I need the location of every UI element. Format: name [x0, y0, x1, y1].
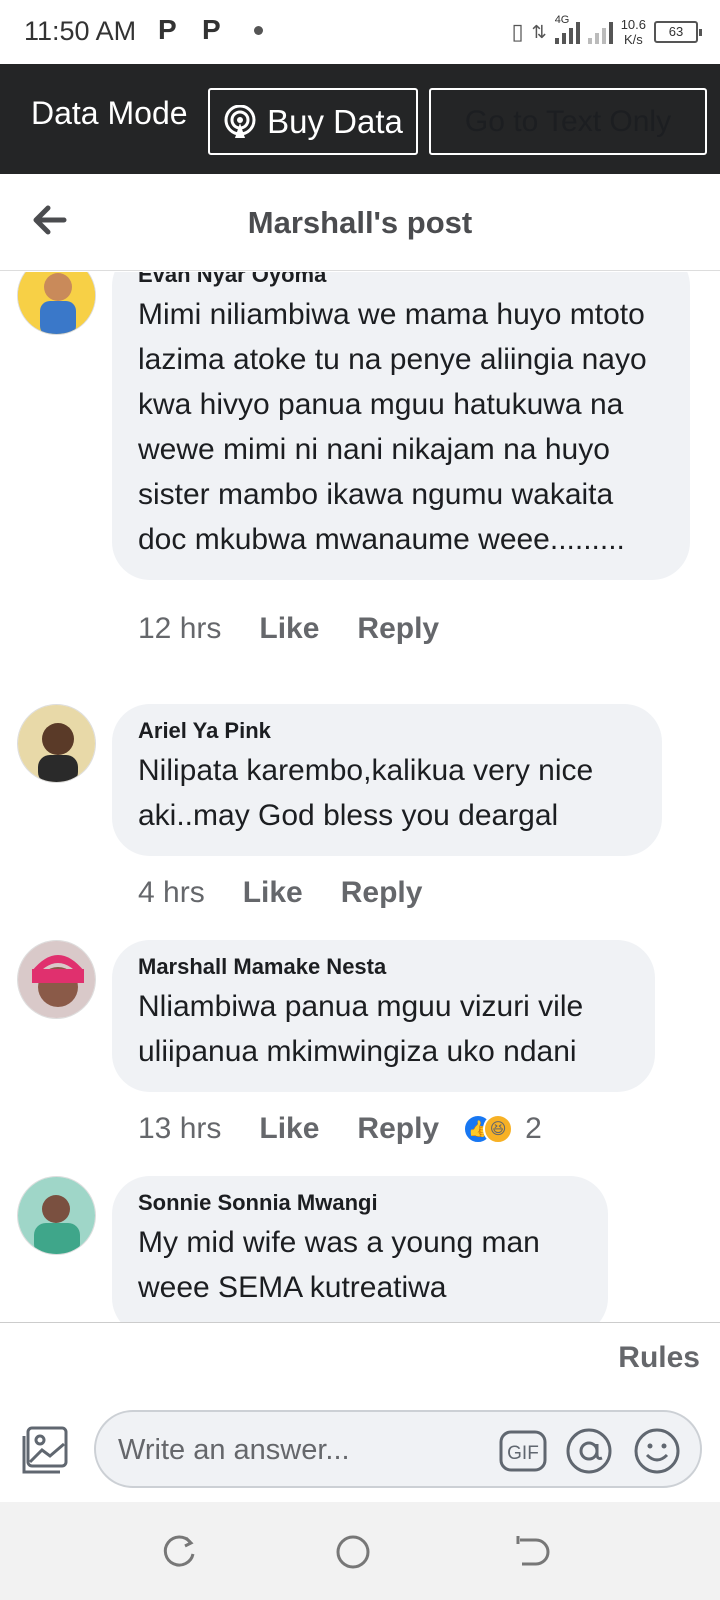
home-icon[interactable] [333, 1532, 373, 1572]
gif-label: GIF [507, 1443, 539, 1464]
avatar[interactable] [17, 940, 96, 1019]
reply-button[interactable]: Reply [341, 876, 423, 910]
comment-bubble: Evan Nyar Oyoma Mimi niliambiwa we mama … [112, 272, 690, 580]
system-nav-bar [0, 1502, 720, 1600]
comment-author[interactable]: Ariel Ya Pink [138, 718, 636, 744]
notification-dot-icon [254, 26, 263, 35]
like-button[interactable]: Like [259, 1112, 319, 1146]
comment-actions: 13 hrs Like Reply 👍 😆 2 [138, 1112, 542, 1146]
reactions-summary[interactable]: 👍 😆 2 [463, 1112, 542, 1146]
comment-text: My mid wife was a young man weee SEMA ku… [138, 1226, 540, 1304]
comment-author[interactable]: Sonnie Sonnia Mwangi [138, 1190, 582, 1216]
like-button[interactable]: Like [259, 612, 319, 646]
rules-bar: Rules [0, 1322, 720, 1378]
comment-actions: 12 hrs Like Reply [138, 612, 439, 646]
comment-time[interactable]: 4 hrs [138, 876, 205, 910]
answer-input[interactable] [118, 1432, 478, 1468]
gif-icon[interactable]: GIF [498, 1426, 548, 1476]
notification-p-icon: P [158, 14, 177, 45]
comment-actions: 4 hrs Like Reply [138, 876, 422, 910]
avatar[interactable] [17, 704, 96, 783]
emoji-icon[interactable] [632, 1426, 682, 1476]
comment-text: Nilipata karembo,kalikua very nice aki..… [138, 754, 594, 832]
comment-bubble: Sonnie Sonnia Mwangi My mid wife was a y… [112, 1176, 608, 1322]
network-type: 4G [554, 14, 570, 26]
avatar-image [18, 272, 95, 334]
text-only-label: Go to Text Only [464, 105, 672, 138]
data-mode-label: Data Mode [31, 95, 188, 131]
avatar-image [18, 705, 95, 782]
status-indicators: ▯ ⇅ 4G 10.6 K/s 63 [511, 14, 702, 50]
data-mode-bar: Data Mode Buy Data Go to Text Only [0, 64, 720, 174]
comment-composer: GIF [0, 1378, 720, 1502]
reply-button[interactable]: Reply [357, 1112, 439, 1146]
recent-apps-icon[interactable] [160, 1532, 200, 1572]
signal-icon-2 [587, 20, 613, 44]
comment-text: Nliambiwa panua mguu vizuri vile uliipan… [138, 990, 584, 1068]
reply-button[interactable]: Reply [357, 612, 439, 646]
answer-box[interactable]: GIF [94, 1410, 702, 1488]
comments-list: Evan Nyar Oyoma Mimi niliambiwa we mama … [0, 272, 720, 1322]
avatar[interactable] [17, 1176, 96, 1255]
speed-value: 10.6 [620, 17, 646, 32]
comment-bubble: Marshall Mamake Nesta Nliambiwa panua mg… [112, 940, 655, 1092]
comment-author[interactable]: Evan Nyar Oyoma [138, 272, 664, 288]
buy-data-button[interactable]: Buy Data [208, 88, 418, 155]
mention-icon[interactable] [564, 1426, 614, 1476]
like-button[interactable]: Like [243, 876, 303, 910]
avatar[interactable] [17, 272, 96, 335]
post-header: Marshall's post [0, 174, 720, 271]
signal-4g: 4G [554, 14, 580, 44]
avatar-image [18, 1177, 95, 1254]
page-title: Marshall's post [247, 205, 473, 240]
photo-icon[interactable] [20, 1424, 72, 1476]
data-transfer-icon: ⇅ [531, 21, 547, 42]
back-nav-icon[interactable] [510, 1532, 550, 1572]
comment-bubble: Ariel Ya Pink Nilipata karembo,kalikua v… [112, 704, 662, 856]
comment-text: Mimi niliambiwa we mama huyo mtoto lazim… [138, 298, 647, 556]
text-only-button[interactable]: Go to Text Only [429, 88, 707, 155]
network-speed: 10.6 K/s [621, 17, 646, 47]
reaction-count: 2 [525, 1112, 542, 1145]
status-time: 11:50 AM [24, 16, 137, 46]
comment-time[interactable]: 12 hrs [138, 612, 221, 646]
buy-data-label: Buy Data [267, 102, 403, 140]
notification-p-icon: P [202, 14, 221, 45]
rules-link[interactable]: Rules [618, 1341, 700, 1375]
speed-unit: K/s [623, 32, 643, 47]
vibrate-icon: ▯ [511, 19, 524, 44]
avatar-image [18, 941, 95, 1018]
comment-author[interactable]: Marshall Mamake Nesta [138, 954, 629, 980]
status-bar: 11:50 AM P P ▯ ⇅ 4G 10.6 K/s 63 [0, 0, 720, 64]
broadcast-icon [224, 104, 256, 138]
battery-icon: 63 [654, 21, 702, 43]
comment-time[interactable]: 13 hrs [138, 1112, 221, 1146]
haha-reaction-icon: 😆 [483, 1114, 514, 1144]
